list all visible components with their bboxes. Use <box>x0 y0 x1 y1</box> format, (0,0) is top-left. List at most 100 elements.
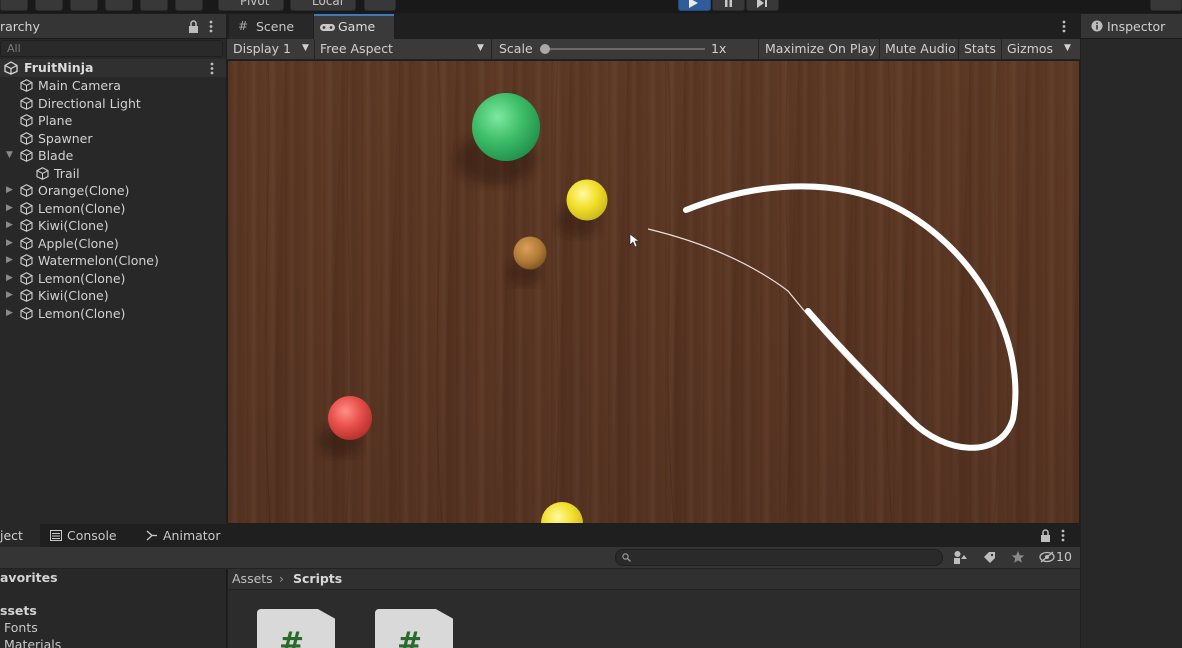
gameobject-cube-icon <box>20 271 33 285</box>
more-options-icon[interactable] <box>1061 529 1065 542</box>
tab-scene[interactable]: # Scene <box>229 14 313 39</box>
gizmos-arrow-icon[interactable]: ▼ <box>1064 43 1071 53</box>
display-dropdown[interactable]: Display 1 <box>233 41 291 56</box>
expand-arrow-right-icon[interactable]: ▶ <box>6 220 13 230</box>
console-icon <box>50 530 62 541</box>
hierarchy-item[interactable]: Orange(Clone) <box>20 182 129 199</box>
scale-slider-track[interactable] <box>545 48 705 50</box>
more-options-icon[interactable] <box>209 20 213 33</box>
hierarchy-item-label: Blade <box>38 148 74 163</box>
hierarchy-tab[interactable]: rarchy <box>0 19 40 34</box>
grid-snap-button[interactable] <box>364 0 396 11</box>
expand-arrow-right-icon[interactable]: ▶ <box>6 273 13 283</box>
expand-arrow-right-icon[interactable]: ▶ <box>6 290 13 300</box>
label-tag-icon[interactable] <box>983 551 996 564</box>
project-folder-tree: avorites ssets Fonts Materials <box>0 569 227 648</box>
expand-arrow-right-icon[interactable]: ▶ <box>6 238 13 248</box>
hierarchy-item[interactable]: Directional Light <box>20 95 141 112</box>
local-label: Local <box>312 0 344 8</box>
kiwi-fruit <box>513 236 547 270</box>
favorite-star-icon[interactable] <box>1011 550 1025 564</box>
scene-menu-icon[interactable] <box>210 62 214 75</box>
gameobject-cube-icon <box>20 131 33 145</box>
account-button[interactable] <box>1150 0 1182 11</box>
hierarchy-search-input[interactable]: All <box>0 40 223 57</box>
transform-tool-button[interactable] <box>140 0 168 11</box>
lock-icon[interactable] <box>188 20 199 33</box>
expand-arrow-right-icon[interactable]: ▶ <box>6 255 13 265</box>
filter-by-type-icon[interactable] <box>953 550 968 565</box>
unity-scene-icon <box>4 61 18 75</box>
hierarchy-item[interactable]: Kiwi(Clone) <box>20 287 109 304</box>
scale-slider-handle[interactable] <box>540 44 550 54</box>
scene-row[interactable]: FruitNinja <box>0 59 226 77</box>
step-icon <box>757 0 767 8</box>
folder-materials[interactable]: Materials <box>4 637 61 648</box>
game-more-icon[interactable] <box>1062 20 1066 33</box>
hierarchy-item[interactable]: Lemon(Clone) <box>20 305 125 322</box>
divider <box>314 39 315 60</box>
hierarchy-item[interactable]: Kiwi(Clone) <box>20 217 109 234</box>
gameobject-cube-icon <box>20 254 33 267</box>
gameobject-cube-icon <box>20 184 33 197</box>
scale-tool-button[interactable] <box>70 0 98 11</box>
maximize-on-play-toggle[interactable]: Maximize On Play <box>765 41 876 56</box>
project-search-input[interactable] <box>615 549 943 566</box>
hierarchy-item-label: Lemon(Clone) <box>38 200 126 216</box>
hidden-count: 10 <box>1056 549 1072 564</box>
gameobject-cube-icon <box>20 289 33 302</box>
expand-arrow-right-icon[interactable]: ▶ <box>6 308 13 318</box>
scale-label: Scale <box>499 41 533 56</box>
game-viewport[interactable] <box>228 61 1079 523</box>
pause-icon <box>725 0 732 7</box>
favorites-label[interactable]: avorites <box>0 570 58 585</box>
move-tool-button[interactable] <box>0 0 28 11</box>
hierarchy-item[interactable]: Plane <box>20 112 72 129</box>
hierarchy-item[interactable]: Apple(Clone) <box>20 235 119 252</box>
gizmos-toggle[interactable]: Gizmos <box>1007 41 1053 56</box>
expand-arrow-right-icon[interactable]: ▶ <box>6 185 13 195</box>
stats-toggle[interactable]: Stats <box>964 41 996 56</box>
custom-tool-button[interactable] <box>175 0 203 11</box>
breadcrumb: Assets › Scripts <box>228 569 1080 590</box>
aspect-dropdown[interactable]: Free Aspect <box>320 41 393 56</box>
breadcrumb-scripts[interactable]: Scripts <box>293 571 342 586</box>
hierarchy-item-label: Watermelon(Clone) <box>38 253 159 268</box>
gamepad-icon <box>320 24 335 31</box>
hierarchy-item[interactable]: Lemon(Clone) <box>20 270 125 287</box>
folder-fonts[interactable]: Fonts <box>4 620 38 635</box>
csharp-script-icon[interactable]: # <box>257 609 335 648</box>
expand-arrow-right-icon[interactable]: ▶ <box>6 203 13 213</box>
hidden-eye-icon[interactable] <box>1039 551 1056 563</box>
hierarchy-item[interactable]: Main Camera <box>20 77 121 94</box>
inspector-tab[interactable]: Inspector <box>1107 19 1165 34</box>
assets-label[interactable]: ssets <box>0 603 37 618</box>
divider <box>1001 39 1002 60</box>
mute-audio-toggle[interactable]: Mute Audio <box>885 41 956 56</box>
lock-icon[interactable] <box>1040 529 1051 542</box>
hierarchy-item[interactable]: Lemon(Clone) <box>20 200 125 217</box>
hierarchy-item[interactable]: Watermelon(Clone) <box>20 252 159 269</box>
gameobject-cube-icon <box>36 166 49 180</box>
expand-arrow-down-icon[interactable]: ▼ <box>6 150 13 160</box>
breadcrumb-assets[interactable]: Assets <box>232 571 273 586</box>
info-icon <box>1091 20 1103 32</box>
play-icon <box>689 0 698 8</box>
hierarchy-item[interactable]: Spawner <box>20 130 93 147</box>
game-tab-bar: # Scene Game <box>227 14 1080 39</box>
tab-game[interactable]: Game <box>314 14 394 39</box>
hierarchy-item[interactable]: Trail <box>36 165 80 182</box>
rect-tool-button[interactable] <box>105 0 133 11</box>
gameobject-cube-icon <box>20 96 33 110</box>
project-toolbar: 10 <box>0 547 1080 569</box>
csharp-script-icon[interactable]: # <box>375 609 453 648</box>
scale-value: 1x <box>711 41 727 56</box>
hierarchy-item[interactable]: Blade <box>20 147 73 164</box>
tab-animator[interactable]: Animator <box>163 528 220 543</box>
rotate-tool-button[interactable] <box>35 0 63 11</box>
tab-console[interactable]: Console <box>67 528 117 543</box>
hierarchy-header: rarchy <box>0 14 226 39</box>
inspector-panel <box>1081 14 1182 648</box>
main-toolbar: Pivot Local <box>0 0 1182 13</box>
tab-project[interactable]: ject <box>0 524 40 547</box>
